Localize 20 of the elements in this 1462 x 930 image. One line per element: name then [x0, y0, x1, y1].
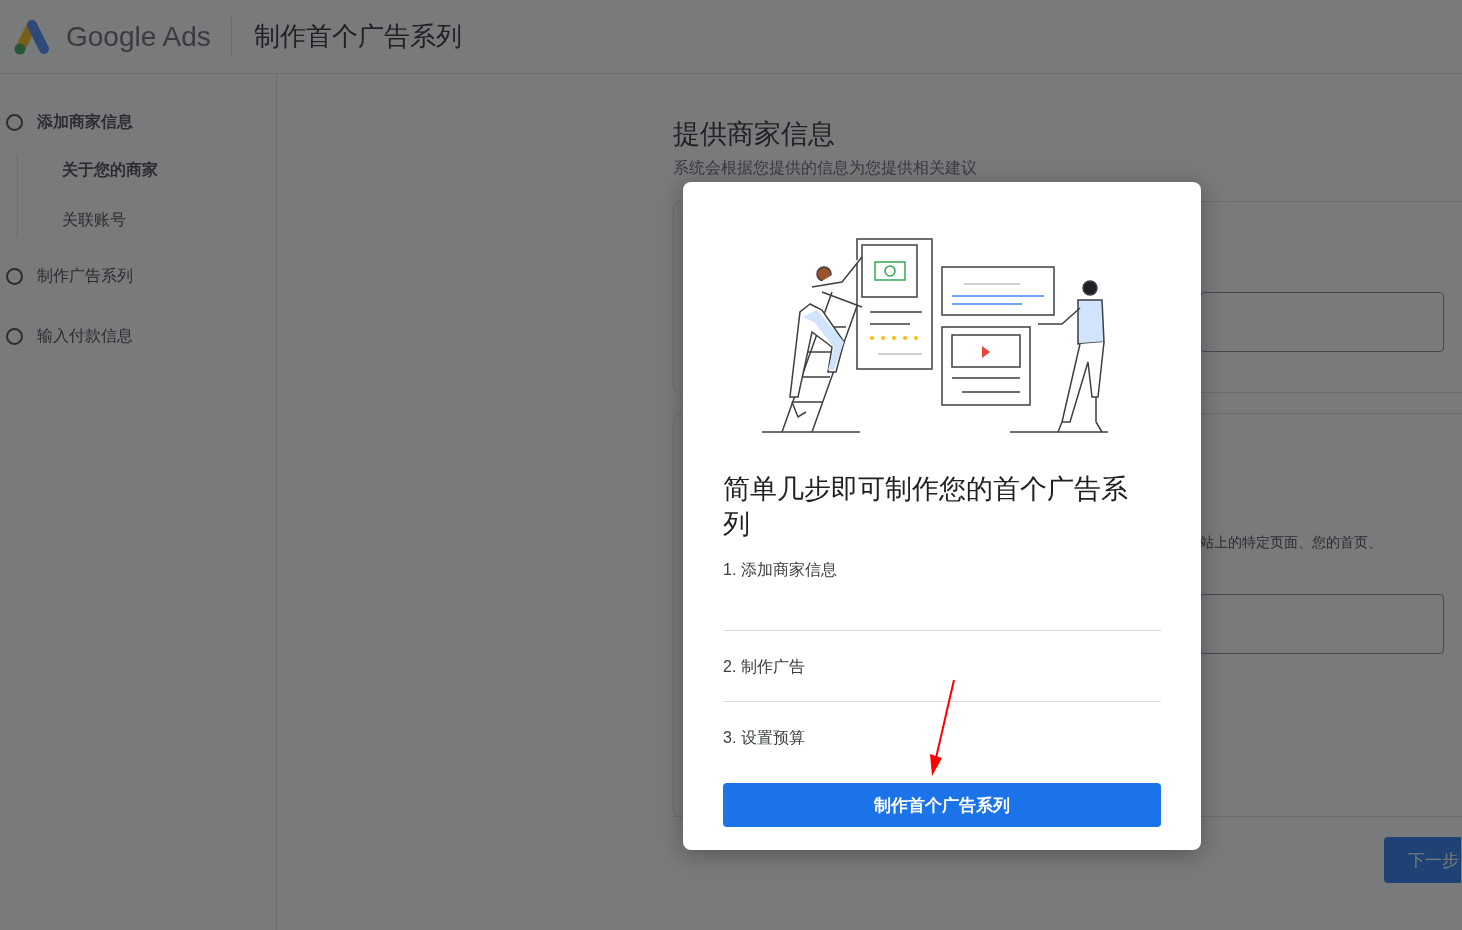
page-title: 制作首个广告系列: [253, 20, 462, 53]
logo-icon: [12, 18, 52, 55]
step-circle-icon: [6, 113, 23, 131]
next-button[interactable]: 下一步: [1384, 837, 1461, 883]
step-circle-icon: [6, 327, 23, 345]
sidebar-substep[interactable]: 关于您的商家: [62, 160, 276, 182]
sidebar-step[interactable]: 制作广告系列: [37, 265, 133, 287]
section-title: 提供商家信息: [673, 118, 836, 151]
sidebar-substep[interactable]: 关联账号: [62, 210, 276, 232]
dialog-title: 简单几步即可制作您的首个广告系列: [723, 473, 1129, 541]
card-description: 站上的特定页面、您的首页、: [1200, 534, 1382, 552]
product-name: Google Ads: [66, 20, 211, 53]
sidebar-step[interactable]: 输入付款信息: [37, 325, 133, 347]
dialog-step: 1. 添加商家信息: [723, 561, 837, 578]
sidebar-step[interactable]: 添加商家信息: [37, 111, 133, 133]
section-subtitle: 系统会根据您提供的信息为您提供相关建议: [673, 158, 978, 178]
create-campaign-button[interactable]: 制作首个广告系列: [723, 783, 1161, 827]
step-circle-icon: [6, 267, 23, 285]
dialog-step: 2. 制作广告: [723, 658, 805, 675]
dialog-step: 3. 设置预算: [723, 729, 805, 746]
